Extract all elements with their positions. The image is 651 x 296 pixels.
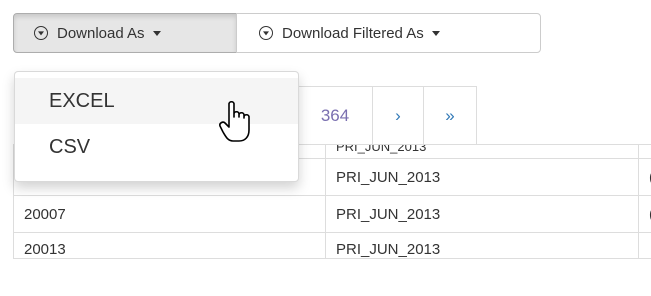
menu-item-excel[interactable]: EXCEL <box>15 78 298 124</box>
table-cell <box>638 232 651 259</box>
pagination: 364 › » <box>297 86 477 145</box>
table-row: 20007 PRI_JUN_2013 ( <box>13 195 651 233</box>
page-364-link[interactable]: 364 <box>297 86 373 145</box>
table-cell: PRI_JUN_2013 <box>325 144 639 159</box>
caret-down-icon <box>431 30 440 36</box>
table-cell: ( <box>638 195 651 233</box>
download-circle-icon <box>259 26 273 40</box>
table-cell: PRI_JUN_2013 <box>325 158 639 196</box>
menu-item-csv[interactable]: CSV <box>15 124 298 170</box>
download-filtered-as-label: Download Filtered As <box>282 24 424 42</box>
download-format-menu: EXCEL CSV <box>14 71 299 182</box>
table-cell: ( <box>638 158 651 196</box>
table-row: 20013 PRI_JUN_2013 <box>13 232 651 259</box>
caret-down-icon <box>152 30 161 36</box>
table-cell: 20007 <box>13 195 326 233</box>
download-as-button[interactable]: Download As <box>13 13 237 53</box>
table-cell: PRI_JUN_2013 <box>325 232 639 259</box>
last-page-link[interactable]: » <box>423 86 477 145</box>
hand-pointer-cursor-icon <box>219 100 250 142</box>
download-circle-icon <box>34 26 48 40</box>
table-cell <box>638 144 651 159</box>
download-filtered-as-button[interactable]: Download Filtered As <box>236 13 541 53</box>
next-page-link[interactable]: › <box>372 86 424 145</box>
download-as-label: Download As <box>57 24 145 42</box>
table-cell: PRI_JUN_2013 <box>325 195 639 233</box>
table-cell: 20013 <box>13 232 326 259</box>
